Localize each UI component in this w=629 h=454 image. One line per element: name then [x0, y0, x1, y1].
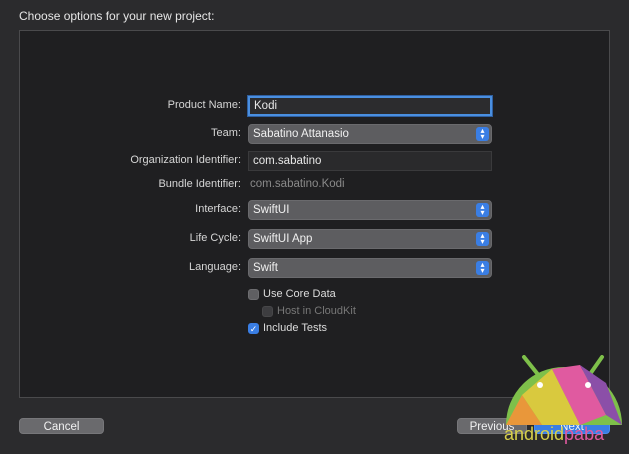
host-in-cloudkit-label: Host in CloudKit: [277, 305, 356, 317]
checkbox-box[interactable]: [248, 289, 259, 300]
product-name-label: Product Name:: [167, 99, 241, 111]
interface-value: SwiftUI: [253, 204, 290, 216]
interface-row: Interface: SwiftUI ▴ ▾: [0, 200, 629, 220]
org-identifier-row: Organization Identifier: com.sabatino: [0, 151, 629, 171]
language-value: Swift: [253, 262, 278, 274]
language-row: Language: Swift ▴ ▾: [0, 258, 629, 278]
bundle-identifier-label: Bundle Identifier:: [158, 178, 241, 190]
life-cycle-label: Life Cycle:: [189, 232, 241, 244]
team-value: Sabatino Attanasio: [253, 128, 349, 140]
language-label: Language:: [189, 261, 241, 273]
interface-select[interactable]: SwiftUI ▴ ▾: [248, 200, 492, 220]
life-cycle-row: Life Cycle: SwiftUI App ▴ ▾: [0, 229, 629, 249]
team-select[interactable]: Sabatino Attanasio ▴ ▾: [248, 124, 492, 144]
chevron-updown-icon: ▴ ▾: [476, 127, 489, 141]
product-name-field[interactable]: Kodi: [248, 96, 492, 116]
dialog-title: Choose options for your new project:: [19, 9, 215, 23]
cancel-button[interactable]: Cancel: [19, 418, 104, 434]
bundle-identifier-value: com.sabatino.Kodi: [250, 178, 345, 190]
life-cycle-select[interactable]: SwiftUI App ▴ ▾: [248, 229, 492, 249]
chevron-updown-icon: ▴ ▾: [476, 232, 489, 246]
use-core-data-label: Use Core Data: [263, 288, 336, 300]
chevron-updown-icon: ▴ ▾: [476, 261, 489, 275]
team-row: Team: Sabatino Attanasio ▴ ▾: [0, 124, 629, 144]
bundle-identifier-row: Bundle Identifier: com.sabatino.Kodi: [0, 175, 629, 195]
watermark-text-b: paba: [564, 424, 605, 444]
team-label: Team:: [211, 127, 241, 139]
checkbox-box: [262, 306, 273, 317]
org-identifier-label: Organization Identifier:: [130, 154, 241, 166]
watermark-text-a: android: [504, 424, 565, 444]
chevron-updown-icon: ▴ ▾: [476, 203, 489, 217]
interface-label: Interface:: [195, 203, 241, 215]
product-name-row: Product Name: Kodi: [0, 96, 629, 116]
include-tests-label: Include Tests: [263, 322, 328, 334]
org-identifier-field[interactable]: com.sabatino: [248, 151, 492, 171]
life-cycle-value: SwiftUI App: [253, 233, 313, 245]
language-select[interactable]: Swift ▴ ▾: [248, 258, 492, 278]
checkmark-icon[interactable]: ✓: [248, 323, 259, 334]
